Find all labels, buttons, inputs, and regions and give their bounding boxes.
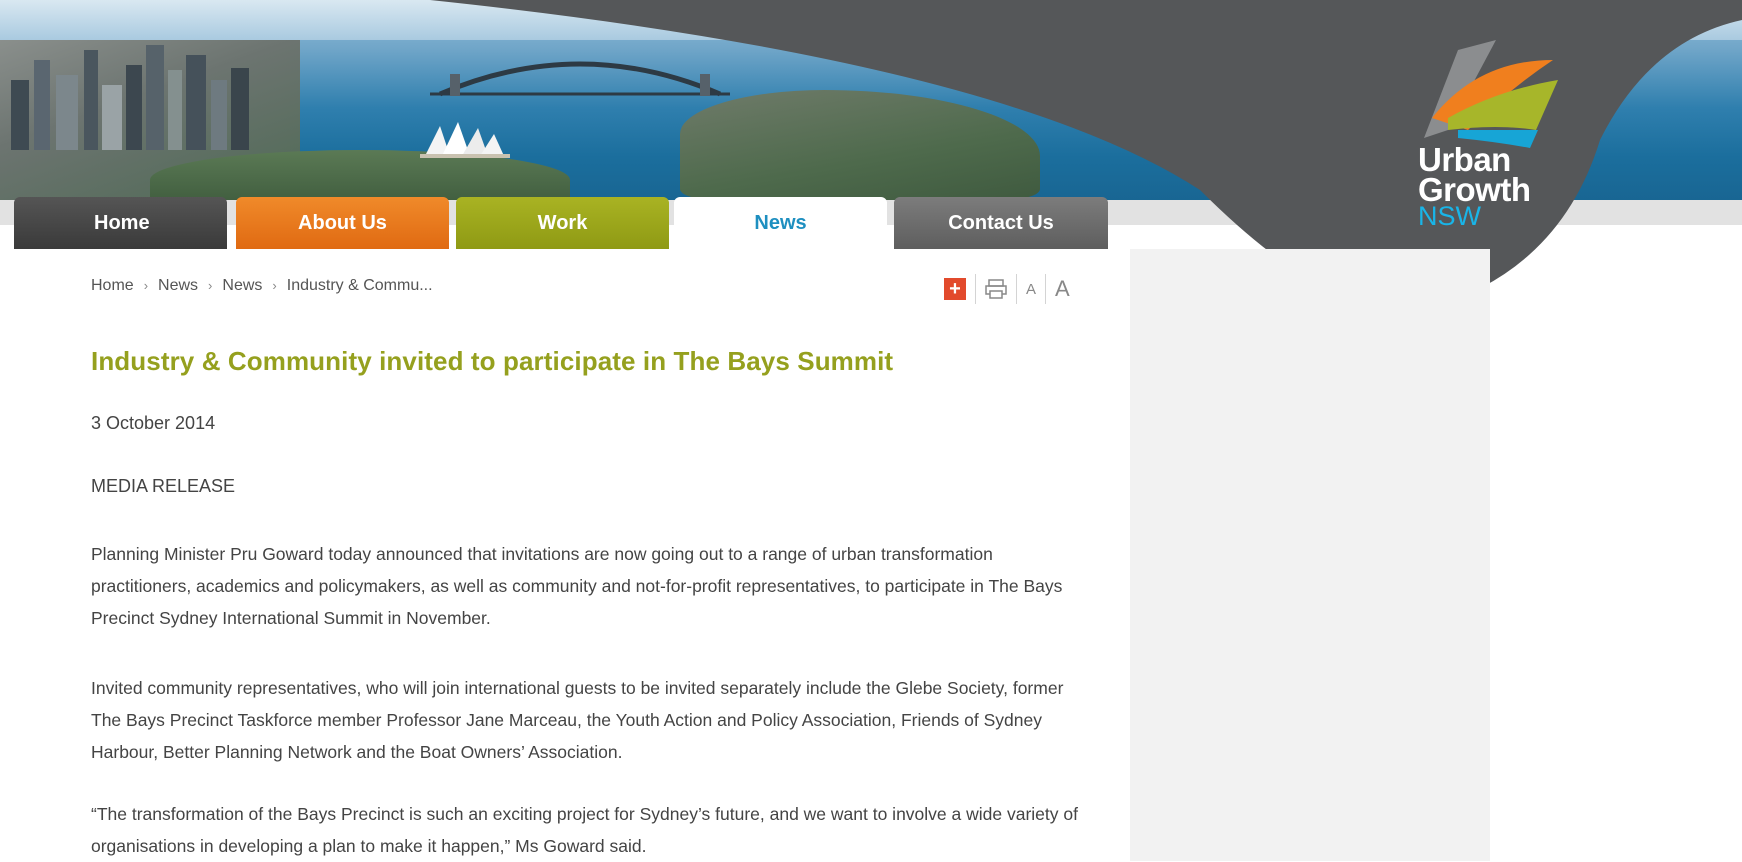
page-tools: + A A bbox=[935, 271, 1079, 307]
tab-contact-us[interactable]: Contact Us bbox=[894, 197, 1108, 249]
breadcrumb-news[interactable]: News bbox=[158, 277, 198, 295]
breadcrumb-news-sub[interactable]: News bbox=[222, 277, 262, 295]
breadcrumb-current: Industry & Commu... bbox=[286, 277, 433, 294]
decrease-text-size-button[interactable]: A bbox=[1017, 274, 1047, 304]
breadcrumb: Home › News › News › Industry & Commu... bbox=[91, 277, 433, 295]
article-title: Industry & Community invited to particip… bbox=[91, 346, 894, 376]
breadcrumb-home[interactable]: Home bbox=[91, 277, 134, 295]
tab-home[interactable]: Home bbox=[14, 197, 227, 249]
city-skyline-image bbox=[11, 45, 249, 150]
article-date: 3 October 2014 bbox=[91, 413, 216, 433]
plus-icon: + bbox=[944, 278, 966, 300]
chevron-right-icon: › bbox=[143, 278, 149, 293]
print-icon bbox=[985, 279, 1007, 299]
text-size-large-label: A bbox=[1055, 276, 1070, 301]
tab-work[interactable]: Work bbox=[456, 197, 669, 249]
text-size-small-label: A bbox=[1026, 280, 1037, 298]
logo-wordmark: Urban Growth NSW bbox=[1418, 143, 1531, 232]
tab-news[interactable]: News bbox=[674, 197, 887, 249]
harbour-bridge-image bbox=[430, 61, 730, 97]
opera-house-image bbox=[420, 122, 510, 158]
banner-north-shore bbox=[680, 90, 1040, 200]
chevron-right-icon: › bbox=[208, 278, 213, 293]
logo-text-nsw: NSW bbox=[1418, 201, 1481, 232]
logo-text-growth: Growth bbox=[1418, 170, 1531, 208]
sidebar-panel bbox=[1130, 249, 1490, 861]
article-kicker: MEDIA RELEASE bbox=[91, 476, 236, 496]
increase-text-size-button[interactable]: A bbox=[1046, 274, 1079, 304]
tab-about-us[interactable]: About Us bbox=[236, 197, 449, 249]
chevron-right-icon: › bbox=[272, 278, 277, 293]
print-button[interactable] bbox=[976, 274, 1017, 304]
share-button[interactable]: + bbox=[935, 274, 976, 304]
article-paragraph: “The transformation of the Bays Precinct… bbox=[91, 804, 1078, 856]
article-paragraph: Planning Minister Pru Goward today annou… bbox=[91, 544, 1063, 628]
article-paragraph: Invited community representatives, who w… bbox=[91, 678, 1064, 762]
